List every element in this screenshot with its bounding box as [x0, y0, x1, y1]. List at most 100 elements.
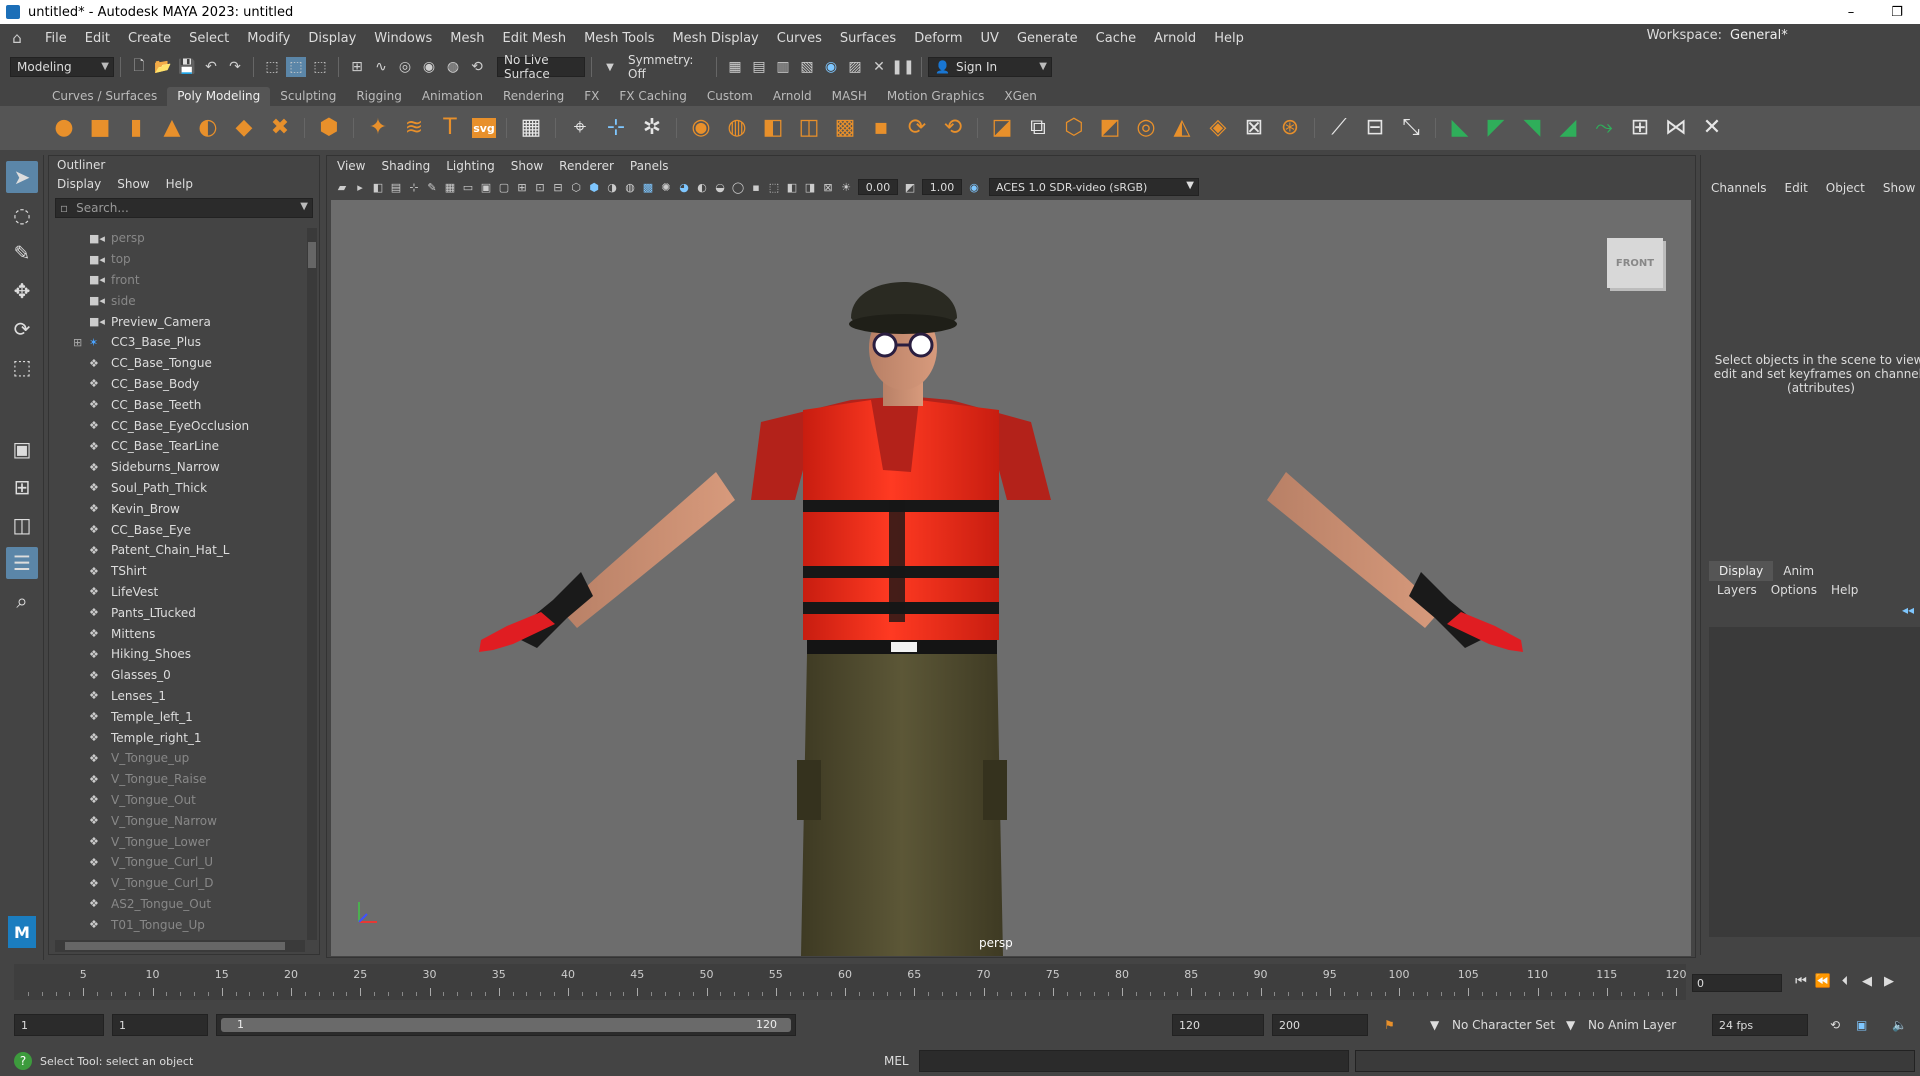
undo-icon[interactable]: ↶	[201, 57, 221, 77]
outliner-item[interactable]: ❖ AS2_Tongue_Out	[49, 894, 307, 915]
color-space-dropdown[interactable]: ACES 1.0 SDR-video (sRGB) ▼	[989, 178, 1199, 196]
outliner-item[interactable]: ❖ T01_Tongue_Up	[49, 914, 307, 935]
wedge-icon[interactable]: ⊠	[1240, 114, 1268, 142]
multi-cut-icon[interactable]: ⟋	[1325, 114, 1353, 142]
svg-icon[interactable]: svg	[472, 118, 496, 138]
fill-hole-icon[interactable]: ◎	[1132, 114, 1160, 142]
extrude-icon[interactable]: ◪	[988, 114, 1016, 142]
anim-layer-dropdown[interactable]: No Anim Layer	[1588, 1014, 1676, 1036]
layer-menu-layers[interactable]: Layers	[1717, 583, 1757, 597]
poly-text-icon[interactable]: T	[436, 114, 464, 142]
outliner-item[interactable]: ⊞ ✶ CC3_Base_Plus	[49, 332, 307, 353]
two-d-pan-icon[interactable]: ⊹	[407, 180, 421, 194]
field-chart-icon[interactable]: ⊞	[515, 180, 529, 194]
outliner-item[interactable]: ❖ LifeVest	[49, 582, 307, 603]
outliner-item[interactable]: ❖ CC_Base_TearLine	[49, 436, 307, 457]
poly-disc-icon[interactable]: ✖	[266, 114, 294, 142]
outliner-item[interactable]: ❖ Patent_Chain_Hat_L	[49, 540, 307, 561]
default-material-icon[interactable]: ◑	[605, 180, 619, 194]
exposure-field[interactable]: 0.00	[858, 179, 898, 195]
open-scene-icon[interactable]: 📂	[153, 57, 173, 77]
anti-aliasing-icon[interactable]: ◯	[731, 180, 745, 194]
shadows-icon[interactable]: ◕	[677, 180, 691, 194]
mirror-icon[interactable]: ◫	[795, 114, 823, 142]
menu-deform[interactable]: Deform	[905, 31, 971, 46]
viewport-menu-view[interactable]: View	[337, 159, 365, 173]
platonic-solid-icon[interactable]: ⬢	[315, 114, 343, 142]
viewport-menu-panels[interactable]: Panels	[630, 159, 669, 173]
soften-edge-icon[interactable]: ◣	[1446, 114, 1474, 142]
color-management-icon[interactable]: ◉	[967, 180, 981, 194]
layer-menu-help[interactable]: Help	[1831, 583, 1858, 597]
exposure-icon[interactable]: ☀	[839, 180, 853, 194]
append-icon[interactable]: ◩	[1096, 114, 1124, 142]
outliner-menu-help[interactable]: Help	[166, 177, 193, 191]
menu-windows[interactable]: Windows	[365, 31, 441, 46]
view-cube[interactable]: FRONT	[1607, 238, 1663, 288]
redo-icon[interactable]: ↷	[225, 57, 245, 77]
save-scene-icon[interactable]: 💾	[177, 57, 197, 77]
separate-icon[interactable]: ◍	[723, 114, 751, 142]
paint-select-icon[interactable]: ✎	[6, 237, 38, 269]
viewport-menu-renderer[interactable]: Renderer	[559, 159, 614, 173]
outliner-item[interactable]: ❖ CC_Base_EyeOcclusion	[49, 415, 307, 436]
outliner-item[interactable]: ❖ V_Tongue_up	[49, 748, 307, 769]
character-set-dropdown[interactable]: No Character Set	[1452, 1014, 1555, 1036]
pause-icon[interactable]: ❚❚	[891, 57, 914, 77]
persp-outliner-layout-icon[interactable]: ◫	[6, 509, 38, 541]
safe-title-icon[interactable]: ⊟	[551, 180, 565, 194]
textured-icon[interactable]: ▩	[641, 180, 655, 194]
poly-sphere-icon[interactable]: ●	[50, 114, 78, 142]
tab-display-layers[interactable]: Display	[1709, 561, 1774, 581]
safe-action-icon[interactable]: ⊡	[533, 180, 547, 194]
restore-button[interactable]: ❐	[1874, 0, 1920, 24]
harden-edge-icon[interactable]: ◤	[1482, 114, 1510, 142]
range-bar[interactable]: 1 120	[216, 1014, 796, 1036]
shelf-tab-curves-surfaces[interactable]: Curves / Surfaces	[42, 87, 167, 106]
outliner-layout-icon[interactable]: ☰	[6, 547, 38, 579]
scale-tool-icon[interactable]: ⬚	[6, 351, 38, 383]
snap-view-icon[interactable]: ◉	[419, 57, 439, 77]
sweep-mesh-icon[interactable]: ≋	[400, 114, 428, 142]
four-view-layout-icon[interactable]: ⊞	[6, 471, 38, 503]
boolean-icon[interactable]: ◧	[759, 114, 787, 142]
super-shape-icon[interactable]: ✦	[364, 114, 392, 142]
channel-menu-object[interactable]: Object	[1826, 181, 1865, 195]
transfer-attributes-icon[interactable]: ⤳	[1590, 114, 1618, 142]
outliner-vertical-scrollbar[interactable]	[307, 228, 317, 940]
shelf-tab-sculpting[interactable]: Sculpting	[270, 87, 346, 106]
arnold-render-icon[interactable]: ▨	[845, 57, 865, 77]
preferences-icon[interactable]: ▣	[1856, 1014, 1867, 1036]
screen-space-ao-icon[interactable]: ◐	[695, 180, 709, 194]
play-backward-icon[interactable]: ◀	[1856, 974, 1878, 989]
delete-edge-icon[interactable]: ✕	[1698, 114, 1726, 142]
arnold-ipr-icon[interactable]: ✕	[869, 57, 889, 77]
outliner-item[interactable]: ■◂ top	[49, 249, 307, 270]
select-tool-icon[interactable]: ➤	[6, 161, 38, 193]
menu-edit-mesh[interactable]: Edit Mesh	[494, 31, 576, 46]
outliner-item[interactable]: ❖ V_Tongue_Lower	[49, 831, 307, 852]
menu-select[interactable]: Select	[180, 31, 238, 46]
resolution-gate-icon[interactable]: ▣	[479, 180, 493, 194]
loop-icon[interactable]: ⟲	[1830, 1014, 1840, 1036]
playback-start-field[interactable]: 1	[112, 1014, 208, 1036]
depth-of-field-icon[interactable]: ▪	[749, 180, 763, 194]
chevron-down-icon[interactable]: ▼	[1430, 1014, 1439, 1036]
chevron-down-icon[interactable]: ▼	[600, 57, 620, 77]
channel-menu-channels[interactable]: Channels	[1711, 181, 1767, 195]
outliner-item[interactable]: ❖ Kevin_Brow	[49, 498, 307, 519]
retopologize-icon[interactable]: ⟲	[939, 114, 967, 142]
bridge-icon[interactable]: ⧉	[1024, 114, 1052, 142]
poly-cube-icon[interactable]: ■	[86, 114, 114, 142]
bookmark-icon[interactable]: ◧	[371, 180, 385, 194]
outliner-item[interactable]: ❖ CC_Base_Body	[49, 374, 307, 395]
outliner-item[interactable]: ❖ Pants_LTucked	[49, 602, 307, 623]
xray-components-icon[interactable]: ⊠	[821, 180, 835, 194]
playback-end-field[interactable]: 120	[1172, 1014, 1264, 1036]
uv-project-icon[interactable]: ⊹	[602, 114, 630, 142]
outliner-item[interactable]: ❖ TShirt	[49, 561, 307, 582]
shelf-tab-rigging[interactable]: Rigging	[346, 87, 411, 106]
gamma-field[interactable]: 1.00	[922, 179, 962, 195]
camera-attributes-icon[interactable]: ▸	[353, 180, 367, 194]
snap-surface-icon[interactable]: ◍	[443, 57, 463, 77]
